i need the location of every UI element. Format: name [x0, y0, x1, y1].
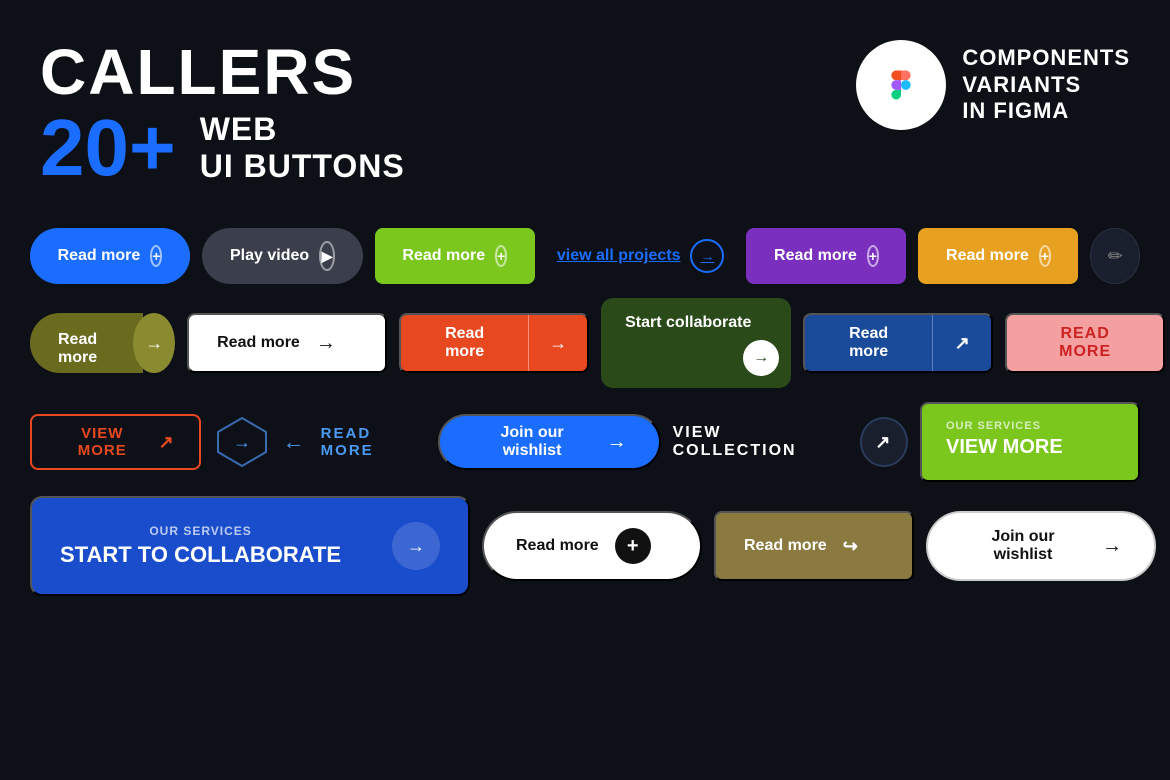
read-more-label-1: Read more — [58, 247, 141, 265]
start-collaborate-button[interactable]: Start collaborate → — [601, 298, 791, 388]
arrow-right-icon-1: → — [690, 239, 724, 273]
button-row-2: Read more → Read more → Read more → Star… — [30, 298, 1140, 388]
read-more-dark-text-button[interactable]: ← READ MORE — [283, 414, 426, 470]
view-more-main-label: VIEW MORE — [946, 436, 1063, 459]
title-number: 20+ — [40, 108, 176, 188]
button-row-3: VIEW MORE ↗ → ← READ MORE Join our wishl… — [30, 402, 1140, 482]
arrow-right-icon-3: → — [529, 333, 587, 354]
arrow-right-icon-7: → — [1102, 535, 1122, 558]
our-services-sub-label: OUR SERVICES — [60, 524, 341, 538]
view-more-red-outline-button[interactable]: VIEW MORE ↗ — [30, 414, 201, 470]
plus-icon-4: + — [1039, 245, 1051, 267]
read-more-olive-button[interactable]: Read more ↪ — [714, 511, 914, 581]
read-more-label-2: Read more — [402, 247, 485, 265]
our-services-view-more-button[interactable]: OUR SERVICES VIEW MORE — [920, 402, 1140, 482]
start-collaborate-services-button[interactable]: OUR SERVICES START TO COLLABORATE → — [30, 496, 470, 596]
read-more-label-3: Read more — [774, 247, 857, 265]
read-more-label-8: Read more — [805, 325, 932, 361]
read-more-label-11: Read more — [516, 537, 599, 555]
read-more-label-10: READ MORE — [321, 425, 426, 459]
plus-icon-3: + — [867, 245, 879, 267]
arrow-diag-icon: ↗ — [875, 432, 892, 453]
pencil-icon: ✏ — [1108, 246, 1123, 267]
svg-text:→: → — [233, 432, 251, 452]
join-wishlist-white-button[interactable]: Join our wishlist → — [926, 511, 1156, 581]
start-collaborate-main-label: START TO COLLABORATE — [60, 542, 341, 568]
arrow-diagonal-icon: ↗ — [159, 432, 175, 453]
title-block: CALLERS 20+ WEB UI BUTTONS — [40, 40, 405, 188]
plus-icon-2: + — [495, 245, 507, 267]
title-buttons-label: UI BUTTONS — [200, 148, 405, 185]
read-more-purple-button[interactable]: Read more + — [746, 228, 906, 284]
buttons-section: Read more + Play video ▶ Read more + vie… — [0, 208, 1170, 596]
read-more-yellow-button[interactable]: Read more + — [918, 228, 1078, 284]
read-more-label-9: READ MORE — [1035, 325, 1135, 361]
join-wishlist-blue-button[interactable]: Join our wishlist → — [438, 414, 661, 470]
olive-arrow-circle: → — [133, 313, 175, 373]
join-wishlist-label-2: Join our wishlist — [960, 528, 1086, 564]
read-more-orange-sep-button[interactable]: Read more → — [399, 313, 589, 373]
start-collaborate-label: Start collaborate — [625, 314, 751, 332]
page-header: CALLERS 20+ WEB UI BUTTONS COMPONENTS VA… — [0, 0, 1170, 208]
figma-icon — [876, 60, 926, 110]
read-more-label-7: Read more — [401, 325, 528, 361]
play-icon: ▶ — [319, 241, 335, 271]
read-more-olive-combo[interactable]: Read more → — [30, 313, 175, 373]
our-services-sublabel: OUR SERVICES — [946, 420, 1041, 432]
button-row-1: Read more + Play video ▶ Read more + vie… — [30, 228, 1140, 284]
join-wishlist-label-1: Join our wishlist — [472, 424, 593, 460]
figma-label-infigma: IN FIGMA — [962, 98, 1130, 124]
arrow-circle-icon-3: → — [392, 522, 440, 570]
arrow-right-icon-6: ↪ — [843, 536, 858, 557]
read-more-label-4: Read more — [946, 247, 1029, 265]
read-more-pink-button[interactable]: READ MORE — [1005, 313, 1165, 373]
hex-arrow-button[interactable]: → — [213, 412, 271, 472]
arrow-circle-icon: → — [743, 340, 779, 376]
arrow-circle-icon-2: ↗ — [860, 417, 908, 467]
figma-label-variants: VARIANTS — [962, 72, 1130, 98]
arrow-right-icon-2: → — [316, 332, 336, 355]
read-more-green-button[interactable]: Read more + — [375, 228, 535, 284]
view-all-label: view all projects — [557, 247, 681, 265]
read-more-label-6: Read more — [217, 334, 300, 352]
figma-text-block: COMPONENTS VARIANTS IN FIGMA — [962, 45, 1130, 124]
read-more-label-12: Read more — [744, 537, 827, 555]
dark-circle-button[interactable]: ✏ — [1090, 228, 1140, 284]
read-more-label-5: Read more — [58, 331, 97, 366]
play-video-label: Play video — [230, 247, 309, 265]
title-web-label: WEB — [200, 111, 405, 148]
arrow-right-icon-5: → — [607, 431, 627, 454]
arrow-right-icon-4: ↗ — [933, 333, 991, 354]
arrow-left-icon: ← — [283, 429, 307, 455]
view-collection-button[interactable]: VIEW COLLECTION ↗ — [673, 414, 908, 470]
button-row-4: OUR SERVICES START TO COLLABORATE → Read… — [30, 496, 1140, 596]
plus-circle-icon: + — [615, 528, 651, 564]
plus-icon-1: + — [150, 245, 162, 267]
figma-logo-circle — [856, 40, 946, 130]
play-video-button[interactable]: Play video ▶ — [202, 228, 363, 284]
title-callers: CALLERS — [40, 40, 405, 104]
services-text-block: OUR SERVICES START TO COLLABORATE — [60, 524, 341, 568]
hexagon-icon: → — [214, 414, 270, 470]
title-web-block: WEB UI BUTTONS — [200, 111, 405, 185]
read-more-blue-pill-button[interactable]: Read more + — [30, 228, 190, 284]
view-collection-label: VIEW COLLECTION — [673, 424, 846, 460]
read-more-blue-sep-button[interactable]: Read more ↗ — [803, 313, 993, 373]
view-all-projects-link[interactable]: view all projects → — [547, 228, 735, 284]
figma-label-components: COMPONENTS — [962, 45, 1130, 71]
view-more-label: VIEW MORE — [56, 425, 149, 459]
figma-badge: COMPONENTS VARIANTS IN FIGMA — [856, 40, 1130, 130]
read-more-white-outline-button[interactable]: Read more → — [187, 313, 387, 373]
olive-rect-label: Read more — [30, 313, 143, 373]
read-more-white-pill-button[interactable]: Read more + — [482, 511, 702, 581]
